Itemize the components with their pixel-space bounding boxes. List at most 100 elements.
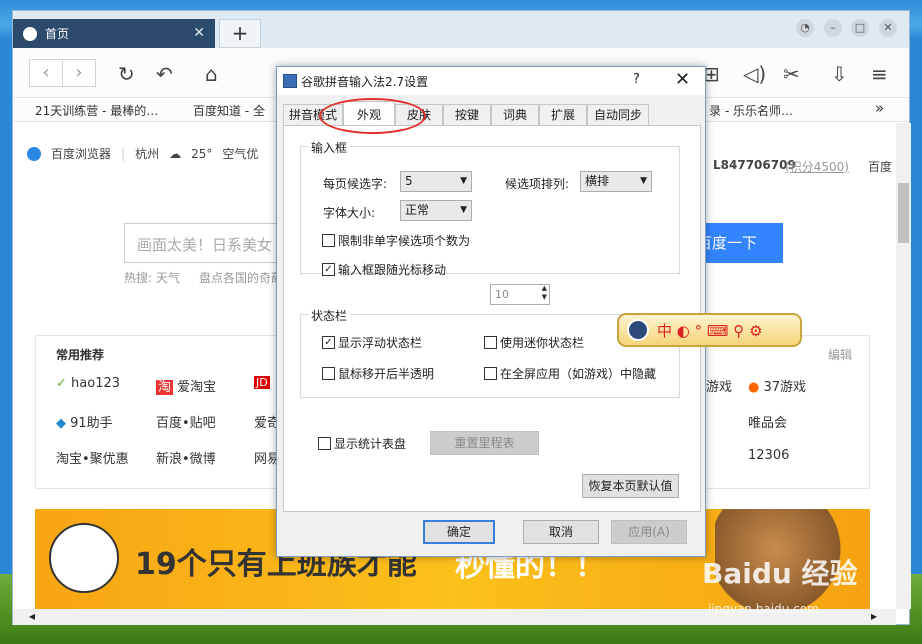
app-icon xyxy=(283,74,297,88)
taobao-icon: 淘 xyxy=(156,380,174,395)
hao123-icon: ✓ xyxy=(56,376,67,391)
fullscreen-hide-checkbox[interactable]: 在全屏应用（如游戏）中隐藏 xyxy=(484,365,656,382)
site-link[interactable]: ● 37游戏 xyxy=(748,376,806,395)
back-button[interactable]: ‹ xyxy=(29,59,63,87)
brand-name[interactable]: 百度浏览器 xyxy=(51,145,111,162)
37-icon: ● xyxy=(748,380,760,395)
ok-button[interactable]: 确定 xyxy=(423,520,495,544)
checkbox-box[interactable] xyxy=(484,367,497,380)
dialog-close-button[interactable]: ✕ xyxy=(675,69,690,90)
city[interactable]: 杭州 xyxy=(135,145,159,162)
use-mini-checkbox[interactable]: 使用迷你状态栏 xyxy=(484,334,584,351)
undo-icon[interactable]: ↶ xyxy=(156,62,173,86)
reset-mileage-button[interactable]: 重置里程表 xyxy=(430,431,539,455)
ime-status-icons: 中 ◐ ° ⌨ ⚲ ⚙ xyxy=(657,321,763,340)
scissors-icon[interactable]: ✂ xyxy=(783,62,800,86)
checkbox-box[interactable] xyxy=(322,367,335,380)
site-link[interactable]: 游戏 xyxy=(706,376,732,395)
air-quality: 空气优 xyxy=(222,147,259,161)
hot-search[interactable]: 热搜: 天气 xyxy=(124,269,180,286)
tab-bar: 首页 ✕ + ◔ – □ ✕ xyxy=(13,11,909,48)
maximize-icon[interactable]: □ xyxy=(851,19,869,37)
menu-icon[interactable]: ≡ xyxy=(871,62,888,86)
checkbox-checked[interactable]: ✓ xyxy=(322,263,335,276)
use-mini-label: 使用迷你状态栏 xyxy=(500,336,585,350)
checkbox-checked[interactable]: ✓ xyxy=(322,336,335,349)
points[interactable]: (积分4500) xyxy=(785,158,849,175)
settings-dialog: 谷歌拼音输入法2.7设置 ? ✕ 拼音模式 外观 皮肤 按键 词典 扩展 自动同… xyxy=(276,66,706,557)
ime-logo-icon xyxy=(627,319,649,341)
bookmark-item[interactable]: 录 - 乐乐名师… xyxy=(709,102,793,119)
hot-search-item[interactable]: 盘点各国的奇葩 xyxy=(199,269,283,286)
scroll-right-icon[interactable]: ▸ xyxy=(871,609,877,623)
dialog-title: 谷歌拼音输入法2.7设置 xyxy=(301,75,429,89)
dialog-titlebar: 谷歌拼音输入法2.7设置 ? ✕ xyxy=(277,67,705,95)
new-tab-button[interactable]: + xyxy=(219,19,261,48)
jd-icon[interactable]: JD xyxy=(254,376,270,389)
show-float-checkbox[interactable]: ✓ 显示浮动状态栏 xyxy=(322,334,422,351)
temperature: 25° xyxy=(191,146,213,161)
checkbox-box[interactable] xyxy=(322,234,335,247)
tab-extensions[interactable]: 扩展 xyxy=(539,104,587,126)
vertical-scrollbar[interactable] xyxy=(896,123,911,609)
tab-close-icon[interactable]: ✕ xyxy=(193,25,205,41)
brand-logo-icon xyxy=(27,146,41,161)
limit-checkbox[interactable]: 限制非单字候选项个数为 xyxy=(322,232,470,249)
cancel-button[interactable]: 取消 xyxy=(523,520,599,544)
follow-cursor-checkbox[interactable]: ✓ 输入框跟随光标移动 xyxy=(322,261,446,278)
spinner-arrows-icon[interactable]: ▲ ▼ xyxy=(542,284,547,302)
checkbox-box[interactable] xyxy=(484,336,497,349)
chevron-down-icon: ▼ xyxy=(640,176,647,186)
meme-face-icon xyxy=(49,523,119,593)
fullscreen-hide-label: 在全屏应用（如游戏）中隐藏 xyxy=(500,367,657,381)
tab-dictionary[interactable]: 词典 xyxy=(491,104,539,126)
help-button[interactable]: ? xyxy=(633,72,640,87)
show-float-label: 显示浮动状态栏 xyxy=(338,336,423,350)
close-icon[interactable]: ✕ xyxy=(879,19,897,37)
show-stats-checkbox[interactable]: 显示统计表盘 xyxy=(318,435,406,452)
edit-link[interactable]: 编辑 xyxy=(828,346,852,363)
tab-auto-sync[interactable]: 自动同步 xyxy=(587,104,649,126)
site-link[interactable]: 12306 xyxy=(748,448,789,463)
per-page-select[interactable]: 5 ▼ xyxy=(400,171,472,192)
homepage-link[interactable]: 百度 xyxy=(868,158,892,175)
site-link[interactable]: ◆ 91助手 xyxy=(56,412,113,431)
scroll-thumb[interactable] xyxy=(898,183,909,243)
account-name[interactable]: L847706709 xyxy=(713,158,796,172)
follow-cursor-label: 输入框跟随光标移动 xyxy=(338,263,447,277)
apply-button[interactable]: 应用(A) xyxy=(611,520,687,544)
sound-icon[interactable]: ◁) xyxy=(743,62,766,86)
site-link[interactable]: 淘宝•聚优惠 xyxy=(56,448,129,467)
site-link[interactable]: 百度•贴吧 xyxy=(156,412,216,431)
per-page-label: 每页候选字: xyxy=(323,177,388,191)
ime-status-bar-preview: 中 ◐ ° ⌨ ⚲ ⚙ xyxy=(617,313,802,347)
bookmark-item[interactable]: 21天训练营 - 最棒的… xyxy=(35,102,158,119)
common-title: 常用推荐 xyxy=(56,348,105,362)
site-link[interactable]: 新浪•微博 xyxy=(156,448,216,467)
download-icon[interactable]: ⇩ xyxy=(831,62,848,86)
mouse-transparent-checkbox[interactable]: 鼠标移开后半透明 xyxy=(322,365,434,382)
font-size-label: 字体大小: xyxy=(323,206,376,220)
limit-spinner[interactable]: 10 ▲ ▼ xyxy=(490,284,550,305)
bookmark-item[interactable]: 百度知道 - 全 xyxy=(193,102,265,119)
minimize-icon[interactable]: – xyxy=(824,19,842,37)
checkbox-box[interactable] xyxy=(318,437,331,450)
watermark-logo: Baidu 经验 xyxy=(702,557,858,590)
show-stats-label: 显示统计表盘 xyxy=(334,437,407,451)
site-link[interactable]: ✓ hao123 xyxy=(56,376,120,391)
tab-home[interactable]: 首页 ✕ xyxy=(13,19,215,48)
limit-label: 限制非单字候选项个数为 xyxy=(338,234,471,248)
restore-defaults-button[interactable]: 恢复本页默认值 xyxy=(582,474,679,498)
site-link[interactable]: 唯品会 xyxy=(748,412,787,431)
font-size-select[interactable]: 正常 ▼ xyxy=(400,200,472,221)
forward-button[interactable]: › xyxy=(62,59,96,87)
site-link[interactable]: 淘 爱淘宝 xyxy=(156,376,216,395)
home-icon[interactable]: ⌂ xyxy=(205,62,218,86)
arrange-select[interactable]: 横排 ▼ xyxy=(580,171,652,192)
group-label-input-box: 输入框 xyxy=(308,139,351,156)
bookmarks-more-icon[interactable]: » xyxy=(875,99,884,117)
skin-icon[interactable]: ◔ xyxy=(796,19,814,37)
tab-keys[interactable]: 按键 xyxy=(443,104,491,126)
refresh-icon[interactable]: ↻ xyxy=(118,62,135,86)
scroll-left-icon[interactable]: ◂ xyxy=(29,609,35,623)
